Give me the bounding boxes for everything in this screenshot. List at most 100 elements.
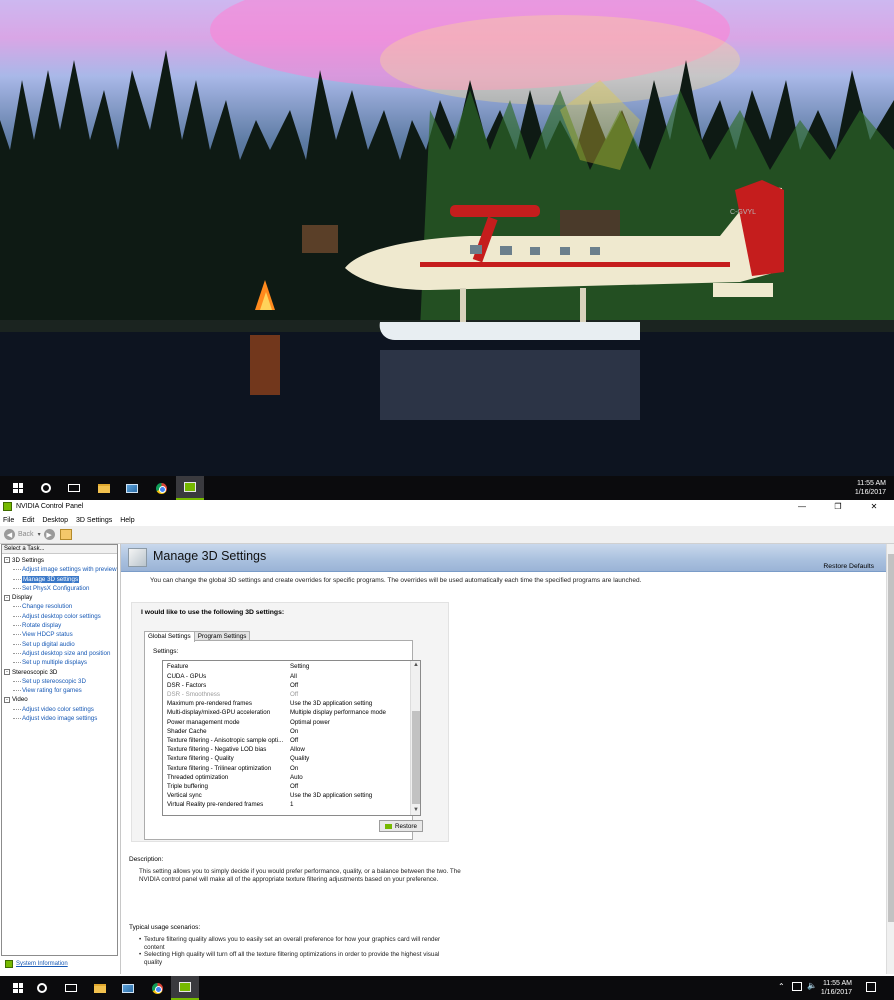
cortana-button[interactable]: [28, 976, 56, 1000]
tree-item-adjust-image-settings[interactable]: Adjust image settings with preview: [2, 565, 117, 574]
notifications-icon[interactable]: [866, 982, 876, 992]
settings-row[interactable]: DSR - Factors Off: [163, 681, 410, 690]
setting-cell[interactable]: Multiple display performance mode: [290, 708, 386, 717]
setting-cell[interactable]: All: [290, 672, 297, 681]
system-information-link[interactable]: System Information: [1, 957, 118, 971]
back-button-label[interactable]: Back: [18, 531, 34, 538]
volume-icon[interactable]: 🔈: [807, 981, 817, 990]
chrome-icon: [151, 982, 163, 994]
settings-row[interactable]: Multi-display/mixed-GPU acceleration Mult…: [163, 708, 410, 717]
clock[interactable]: 11:55 AM 1/16/2017: [821, 979, 852, 997]
tree-category-display[interactable]: - Display: [2, 593, 117, 602]
title-bar[interactable]: NVIDIA Control Panel — ❐ ✕: [0, 500, 894, 513]
setting-cell[interactable]: Use the 3D application setting: [290, 699, 372, 708]
setting-cell[interactable]: Auto: [290, 773, 303, 782]
chevron-up-icon[interactable]: ⌃: [778, 982, 785, 991]
menu-desktop[interactable]: Desktop: [42, 517, 68, 524]
collapse-icon[interactable]: -: [4, 594, 10, 601]
nvidia-taskbar-button[interactable]: [176, 476, 204, 500]
back-dropdown-icon[interactable]: ▾: [38, 531, 41, 538]
tree-item-video-image[interactable]: Adjust video image settings: [2, 714, 117, 723]
minimize-button[interactable]: —: [784, 500, 820, 513]
maximize-button[interactable]: ❐: [820, 500, 856, 513]
setting-cell[interactable]: Off: [290, 690, 298, 699]
tree-item-physx[interactable]: Set PhysX Configuration: [2, 584, 117, 593]
setting-cell[interactable]: Off: [290, 736, 298, 745]
start-button[interactable]: [4, 476, 32, 500]
back-arrow-icon[interactable]: ◀: [4, 529, 15, 540]
setting-cell[interactable]: 1: [290, 800, 293, 809]
collapse-icon[interactable]: -: [4, 668, 10, 675]
scroll-down-icon[interactable]: ▼: [411, 806, 420, 815]
menu-edit[interactable]: Edit: [22, 517, 34, 524]
feature-cell: Texture filtering - Negative LOD bias: [167, 746, 267, 754]
scroll-up-icon[interactable]: ▲: [411, 661, 420, 670]
settings-row[interactable]: Shader Cache On: [163, 727, 410, 736]
network-icon[interactable]: [792, 982, 802, 991]
settings-row[interactable]: DSR - Smoothness Off: [163, 690, 410, 699]
setting-cell[interactable]: Optimal power: [290, 718, 330, 727]
settings-row[interactable]: Texture filtering - Trilinear optimizati…: [163, 764, 410, 773]
settings-row[interactable]: Texture filtering - Negative LOD bias All…: [163, 745, 410, 754]
collapse-icon[interactable]: -: [4, 557, 10, 564]
task-view-button[interactable]: [60, 476, 88, 500]
chrome-button[interactable]: [143, 976, 171, 1000]
restore-defaults-link[interactable]: Restore Defaults: [823, 563, 874, 570]
page-scroll-thumb[interactable]: [888, 554, 894, 922]
settings-row[interactable]: Threaded optimization Auto: [163, 773, 410, 782]
settings-row[interactable]: Texture filtering - Quality Quality: [163, 754, 410, 763]
setting-cell[interactable]: Use the 3D application setting: [290, 791, 372, 800]
tree-item-digital-audio[interactable]: Set up digital audio: [2, 640, 117, 649]
cortana-button[interactable]: [32, 476, 60, 500]
nvidia-taskbar-button[interactable]: [171, 976, 199, 1000]
tree-item-desktop-size[interactable]: Adjust desktop size and position: [2, 649, 117, 658]
setting-cell[interactable]: Allow: [290, 745, 305, 754]
settings-scrollbar[interactable]: ▲ ▼: [410, 661, 420, 815]
setting-cell[interactable]: Off: [290, 681, 298, 690]
menu-file[interactable]: File: [3, 517, 14, 524]
setting-cell[interactable]: On: [290, 727, 298, 736]
tree-category-video[interactable]: - Video: [2, 695, 117, 704]
tree-category-3d-settings[interactable]: -3D Settings: [2, 556, 117, 565]
setting-cell[interactable]: Quality: [290, 754, 309, 763]
collapse-icon[interactable]: -: [4, 696, 10, 703]
setting-cell[interactable]: On: [290, 764, 298, 773]
tree-item-change-resolution[interactable]: Change resolution: [2, 602, 117, 611]
tree-category-stereoscopic[interactable]: - Stereoscopic 3D: [2, 668, 117, 677]
settings-row[interactable]: Maximum pre-rendered frames Use the 3D ap…: [163, 699, 410, 708]
photos-button[interactable]: [118, 476, 146, 500]
tree-item-rotate-display[interactable]: Rotate display: [2, 621, 117, 630]
close-button[interactable]: ✕: [856, 500, 892, 513]
tree-item-multiple-displays[interactable]: Set up multiple displays: [2, 658, 117, 667]
tree-item-video-color[interactable]: Adjust video color settings: [2, 705, 117, 714]
tree-item-setup-stereoscopic[interactable]: Set up stereoscopic 3D: [2, 677, 117, 686]
photos-button[interactable]: [114, 976, 142, 1000]
tree-item-desktop-color[interactable]: Adjust desktop color settings: [2, 612, 117, 621]
page-scrollbar[interactable]: [886, 544, 894, 974]
settings-row[interactable]: Power management mode Optimal power: [163, 718, 410, 727]
clock[interactable]: 11:55 AM 1/16/2017: [855, 479, 886, 497]
tree-item-manage-3d-settings[interactable]: Manage 3D settings: [2, 575, 117, 584]
restore-button[interactable]: Restore: [379, 820, 423, 832]
scroll-thumb[interactable]: [412, 711, 420, 804]
tree-item-hdcp-status[interactable]: View HDCP status: [2, 630, 117, 639]
file-explorer-button[interactable]: [86, 976, 114, 1000]
menu-bar: File Edit Desktop 3D Settings Help: [0, 514, 894, 526]
home-icon[interactable]: [59, 529, 72, 540]
tree-item-rating-games[interactable]: View rating for games: [2, 686, 117, 695]
task-view-button[interactable]: [57, 976, 85, 1000]
feature-cell: Maximum pre-rendered frames: [167, 700, 252, 708]
settings-row[interactable]: Texture filtering - Anisotropic sample o…: [163, 736, 410, 745]
tab-global-settings[interactable]: Global Settings: [144, 631, 195, 642]
menu-3d-settings[interactable]: 3D Settings: [76, 517, 112, 524]
settings-row[interactable]: Vertical sync Use the 3D application sett…: [163, 791, 410, 800]
settings-row[interactable]: Triple buffering Off: [163, 782, 410, 791]
setting-cell[interactable]: Off: [290, 782, 298, 791]
chrome-button[interactable]: [147, 476, 175, 500]
file-explorer-button[interactable]: [90, 476, 118, 500]
settings-row[interactable]: CUDA - GPUs All: [163, 672, 410, 681]
forward-arrow-icon[interactable]: ▶: [43, 529, 55, 540]
settings-row[interactable]: Virtual Reality pre-rendered frames 1: [163, 800, 410, 809]
feature-cell: Shader Cache: [167, 727, 207, 735]
menu-help[interactable]: Help: [120, 517, 134, 524]
